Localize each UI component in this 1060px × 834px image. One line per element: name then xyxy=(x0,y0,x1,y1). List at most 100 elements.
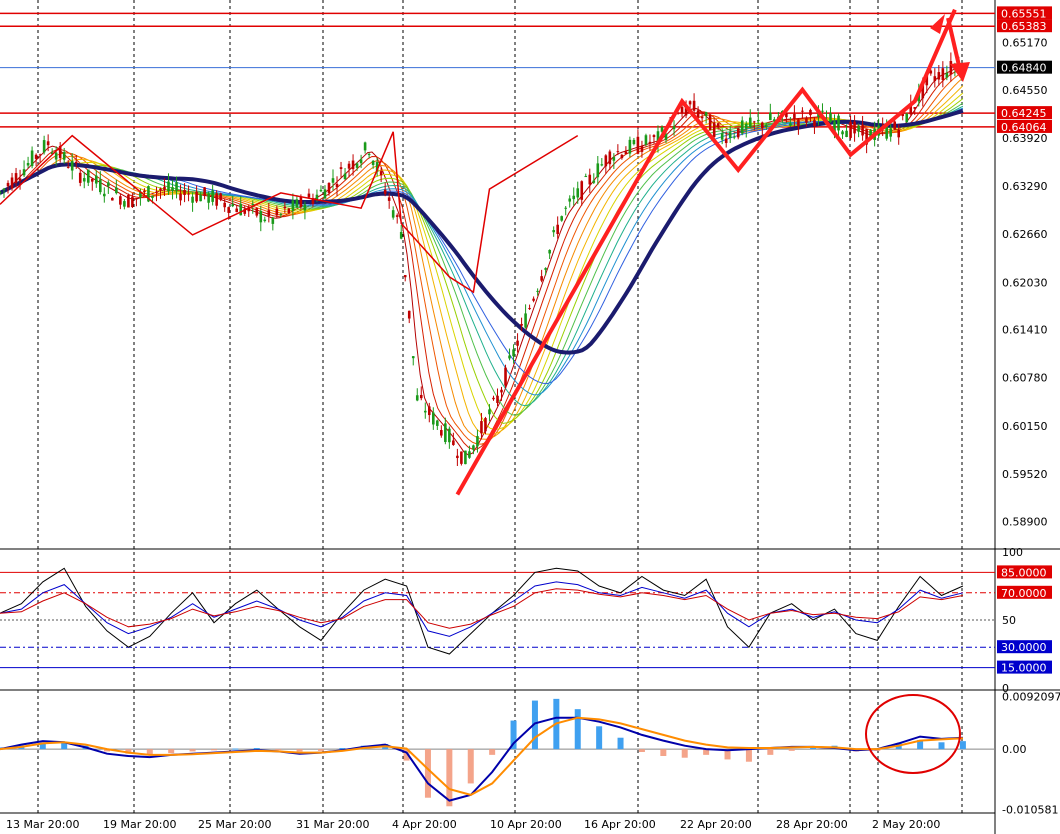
candle-body xyxy=(672,126,676,130)
candle-body xyxy=(885,126,888,139)
candle-body xyxy=(716,123,720,127)
candle-body xyxy=(34,154,38,159)
candle-body xyxy=(343,173,347,180)
level-tag-label: 0.64064 xyxy=(1001,121,1047,134)
candle-body xyxy=(440,430,443,436)
candle-body xyxy=(837,115,840,131)
candle-body xyxy=(636,136,640,154)
candle-body xyxy=(472,445,475,450)
candle-body xyxy=(813,119,816,127)
price-tick-label: 0.58900 xyxy=(1002,515,1048,528)
candle-body xyxy=(66,166,70,168)
candle-body xyxy=(724,138,728,144)
candle-body xyxy=(708,115,712,131)
candle-body xyxy=(540,276,543,281)
candle-body xyxy=(123,201,126,207)
candle-body xyxy=(600,164,604,166)
time-tick-label: 31 Mar 20:00 xyxy=(296,818,369,831)
candle-body xyxy=(496,395,499,403)
candle-body xyxy=(191,196,194,203)
candle-body xyxy=(387,197,391,201)
macd-histogram-bar xyxy=(767,749,774,755)
candle-body xyxy=(423,410,427,413)
price-tick-label: 0.63290 xyxy=(1002,180,1048,193)
candle-body xyxy=(937,72,941,80)
candle-body xyxy=(391,210,395,218)
candle-body xyxy=(452,440,455,445)
candle-body xyxy=(295,199,299,208)
osc-axis-label: 50 xyxy=(1002,614,1016,627)
candle-body xyxy=(857,125,860,132)
candle-body xyxy=(74,161,78,164)
osc-level-label: 30.0000 xyxy=(1001,641,1047,654)
candle-body xyxy=(696,110,700,118)
candle-body xyxy=(307,193,311,198)
candle-body xyxy=(592,180,596,183)
time-tick-label: 4 Apr 20:00 xyxy=(392,818,457,831)
candle-body xyxy=(432,412,435,425)
candle-body xyxy=(797,119,800,127)
candle-body xyxy=(107,182,110,187)
macd-histogram-bar xyxy=(424,749,431,798)
candle-body xyxy=(82,178,86,182)
candle-body xyxy=(211,190,214,202)
candle-body xyxy=(841,131,844,135)
candle-body xyxy=(568,198,572,202)
time-tick-label: 28 Apr 20:00 xyxy=(776,818,848,831)
candle-body xyxy=(427,406,431,416)
candle-body xyxy=(235,208,239,213)
time-tick-label: 10 Apr 20:00 xyxy=(490,818,562,831)
candle-body xyxy=(419,394,423,399)
macd-histogram-bar xyxy=(317,749,324,751)
candle-body xyxy=(444,423,447,442)
candle-body xyxy=(484,418,487,432)
candle-body xyxy=(383,189,387,194)
candle-body xyxy=(203,187,206,196)
candle-body xyxy=(536,290,539,292)
candle-body xyxy=(580,181,584,200)
candle-body xyxy=(271,218,275,224)
candle-body xyxy=(14,173,18,183)
candle-body xyxy=(215,193,218,206)
candle-body xyxy=(119,196,122,205)
candle-body xyxy=(769,112,772,121)
osc-axis-label: 100 xyxy=(1002,546,1023,559)
candle-body xyxy=(456,455,459,459)
candle-body xyxy=(407,310,411,319)
candle-body xyxy=(732,136,736,138)
price-tick-label: 0.60780 xyxy=(1002,372,1048,385)
macd-histogram-bar xyxy=(489,749,496,755)
candle-body xyxy=(2,188,6,190)
candle-body xyxy=(251,203,255,206)
candle-body xyxy=(86,169,90,183)
candle-body xyxy=(227,207,230,213)
candle-body xyxy=(488,409,491,415)
candle-body xyxy=(576,188,580,198)
macd-histogram-bar xyxy=(253,748,260,750)
candle-body xyxy=(572,195,576,200)
time-tick-label: 13 Mar 20:00 xyxy=(6,818,79,831)
candle-body xyxy=(680,106,684,114)
candle-body xyxy=(379,171,383,176)
candle-body xyxy=(628,139,632,154)
macd-histogram-bar xyxy=(189,749,196,752)
candle-body xyxy=(648,141,652,144)
time-tick-label: 16 Apr 20:00 xyxy=(584,818,656,831)
candle-body xyxy=(612,157,616,161)
macd-histogram-bar xyxy=(788,749,795,751)
candle-body xyxy=(700,116,704,119)
candle-body xyxy=(367,153,371,156)
macd-histogram-bar xyxy=(275,749,282,751)
candle-body xyxy=(183,190,186,195)
candle-body xyxy=(801,110,804,112)
candle-body xyxy=(175,182,178,191)
candle-body xyxy=(616,151,620,153)
candle-body xyxy=(704,112,708,116)
current-price-label: 0.64840 xyxy=(1001,62,1047,75)
candle-body xyxy=(339,167,343,170)
candle-body xyxy=(688,101,692,105)
candle-body xyxy=(728,132,732,139)
level-tag-label: 0.64245 xyxy=(1001,107,1047,120)
candle-body xyxy=(548,249,551,254)
candle-body xyxy=(411,356,415,359)
